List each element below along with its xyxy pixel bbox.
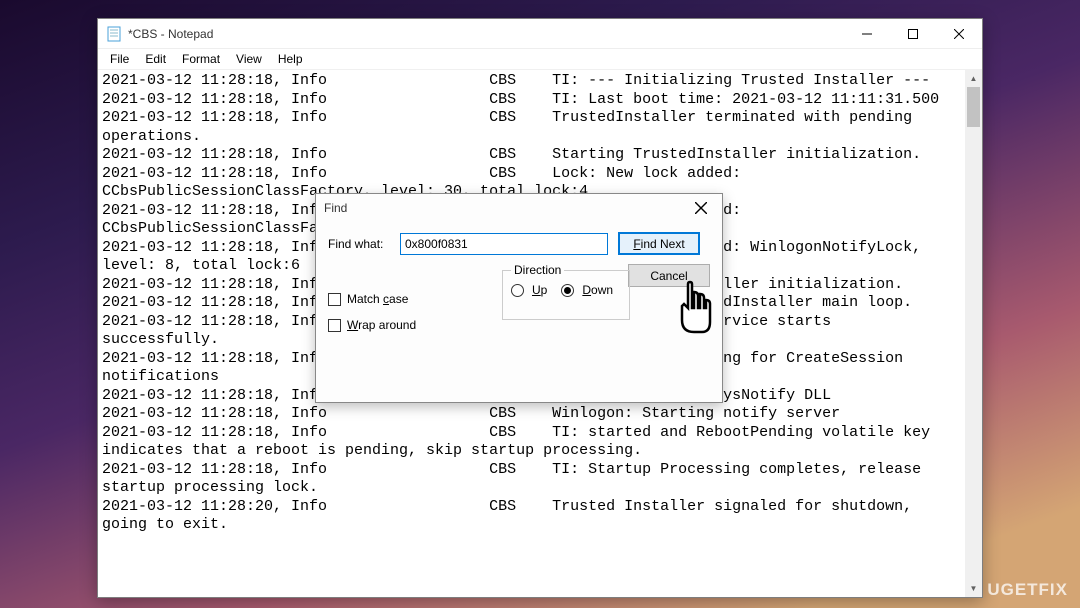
find-title: Find (324, 201, 347, 215)
notepad-icon (106, 26, 122, 42)
titlebar: *CBS - Notepad (98, 19, 982, 49)
scroll-track[interactable] (965, 87, 982, 580)
scroll-thumb[interactable] (967, 87, 980, 127)
scroll-up-button[interactable]: ▲ (965, 70, 982, 87)
findwhat-input[interactable] (400, 233, 608, 255)
maximize-button[interactable] (890, 19, 936, 49)
findwhat-label: Find what: (328, 237, 390, 251)
find-dialog: Find Find what: Find Next Cancel Directi… (315, 193, 723, 403)
direction-up-radio[interactable] (511, 284, 524, 297)
vertical-scrollbar[interactable]: ▲ ▼ (965, 70, 982, 597)
menu-edit[interactable]: Edit (137, 50, 174, 68)
menu-view[interactable]: View (228, 50, 270, 68)
find-titlebar: Find (316, 194, 722, 222)
direction-up-label[interactable]: Up (532, 283, 547, 297)
window-title: *CBS - Notepad (128, 27, 844, 41)
direction-label: Direction (511, 263, 564, 277)
direction-down-radio[interactable] (561, 284, 574, 297)
menu-format[interactable]: Format (174, 50, 228, 68)
find-close-button[interactable] (680, 194, 722, 222)
matchcase-label[interactable]: Match case (347, 292, 408, 306)
watermark: UGETFIX (987, 580, 1068, 600)
menu-file[interactable]: File (102, 50, 137, 68)
direction-down-label[interactable]: Down (582, 283, 613, 297)
wraparound-label[interactable]: Wrap around (347, 318, 416, 332)
find-next-button[interactable]: Find Next (618, 232, 700, 255)
cancel-button[interactable]: Cancel (628, 264, 710, 287)
minimize-button[interactable] (844, 19, 890, 49)
close-button[interactable] (936, 19, 982, 49)
menu-help[interactable]: Help (270, 50, 311, 68)
direction-group: Direction Up Down (502, 270, 630, 320)
matchcase-checkbox[interactable] (328, 293, 341, 306)
menubar: File Edit Format View Help (98, 49, 982, 70)
wraparound-checkbox[interactable] (328, 319, 341, 332)
scroll-down-button[interactable]: ▼ (965, 580, 982, 597)
